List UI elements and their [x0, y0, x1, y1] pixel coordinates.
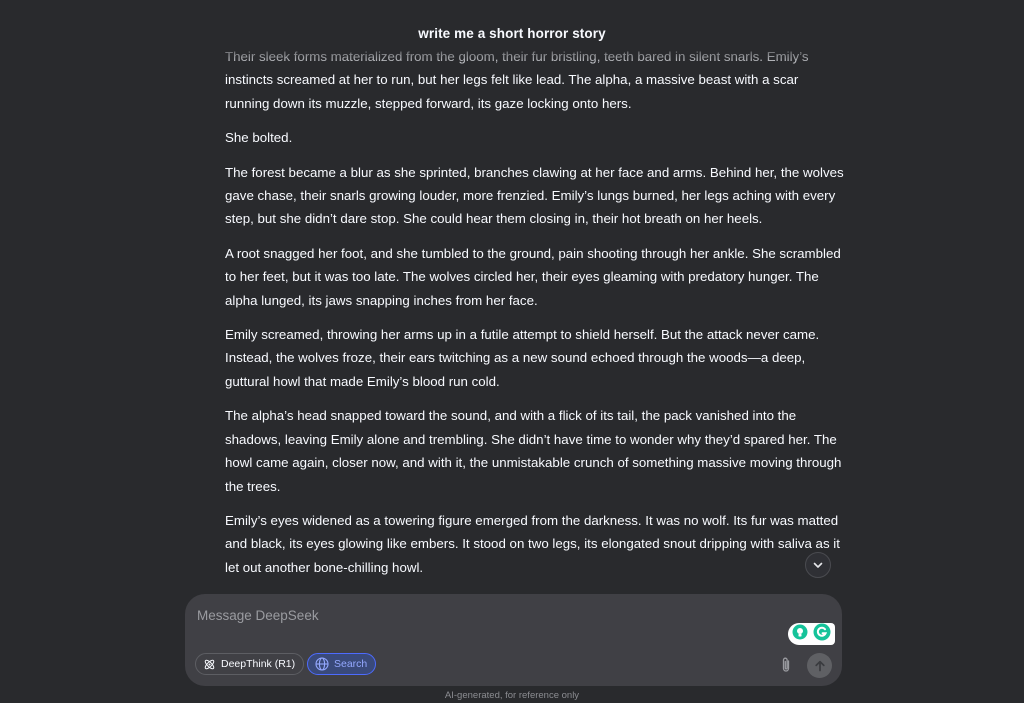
grammarly-widget[interactable] [788, 623, 835, 645]
story-paragraph: Their sleek forms materialized from the … [225, 49, 809, 111]
story-paragraph: The forest became a blur as she sprinted… [225, 164, 844, 227]
message-composer: DeepThink (R1) Search [185, 594, 842, 686]
story-paragraph: Emily’s eyes widened as a towering figur… [225, 512, 840, 575]
story-paragraph: The alpha’s head snapped toward the soun… [225, 408, 842, 494]
search-label: Search [334, 658, 368, 670]
conversation-title[interactable]: write me a short horror story [418, 26, 605, 41]
ai-disclaimer: AI-generated, for reference only [444, 690, 580, 701]
bulb-icon[interactable] [792, 624, 808, 645]
chevron-down-icon [813, 562, 823, 568]
arrow-up-icon [814, 660, 825, 671]
story-paragraph: Emily screamed, throwing her arms up in … [225, 327, 820, 389]
message-input[interactable] [197, 603, 777, 627]
grammarly-icon[interactable] [813, 623, 831, 646]
chat-page: write me a short horror story Their slee… [0, 0, 1024, 703]
scroll-to-bottom-button[interactable] [805, 552, 831, 578]
paperclip-icon [782, 657, 790, 672]
send-button[interactable] [807, 653, 832, 678]
assistant-message: Their sleek forms materialized from the … [225, 45, 845, 579]
story-paragraph: She bolted. [225, 130, 293, 146]
story-paragraph: A root snagged her foot, and she tumbled… [225, 245, 841, 308]
chat-scroll-area[interactable]: Their sleek forms materialized from the … [225, 42, 845, 597]
deepthink-toggle[interactable]: DeepThink (R1) [195, 653, 305, 675]
globe-icon [315, 657, 329, 671]
atom-icon [204, 659, 215, 669]
title-bar: write me a short horror story [0, 0, 1024, 50]
attach-button[interactable] [777, 655, 795, 675]
search-toggle[interactable]: Search [307, 653, 377, 675]
deepthink-label: DeepThink (R1) [221, 658, 296, 670]
